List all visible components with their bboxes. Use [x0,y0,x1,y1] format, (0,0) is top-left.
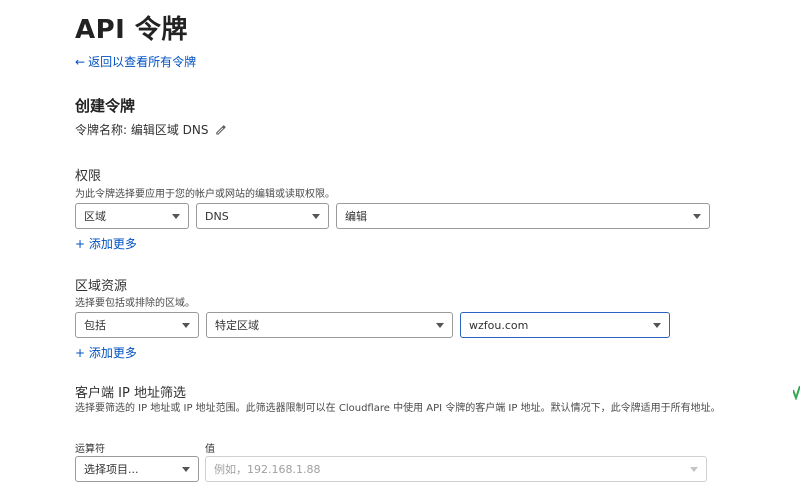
chevron-down-icon [182,467,190,472]
operator-select[interactable]: 选择项目... [75,456,199,482]
token-name-text: 令牌名称: 编辑区域 DNS [75,123,209,137]
permission-level-select[interactable]: 编辑 [336,203,710,229]
zone-resources-description: 选择要包括或排除的区域。 [75,298,195,309]
chevron-down-icon [172,214,180,219]
ip-filter-description: 选择要筛选的 IP 地址或 IP 地址范围。此筛选器限制可以在 Cloudfla… [75,403,721,414]
operator-label: 运算符 [75,444,105,455]
chevron-down-icon [653,323,661,328]
permission-level-value: 编辑 [345,210,367,223]
section-title: 创建令牌 [75,97,136,115]
permission-resource-select[interactable]: DNS [196,203,329,229]
permission-scope-value: 区域 [84,210,106,223]
value-label: 值 [205,444,215,455]
token-name-row: 令牌名称: 编辑区域 DNS [75,121,226,138]
zone-domain-select[interactable]: wzfou.com [460,312,670,338]
permission-resource-value: DNS [205,209,229,223]
create-token-page: API 令牌 ← 返回以查看所有令牌 创建令牌 令牌名称: 编辑区域 DNS 权… [0,0,800,500]
back-link-label: 返回以查看所有令牌 [88,55,197,69]
chevron-down-icon [690,467,698,472]
add-more-permissions-button[interactable]: + 添加更多 [75,235,137,252]
pencil-icon[interactable] [215,124,226,135]
chevron-down-icon [182,323,190,328]
permission-scope-select[interactable]: 区域 [75,203,189,229]
ip-value-select[interactable]: 例如，192.168.1.88 [205,456,707,482]
ip-value-placeholder: 例如，192.168.1.88 [214,463,321,476]
chevron-down-icon [436,323,444,328]
back-to-tokens-link[interactable]: ← 返回以查看所有令牌 [75,53,196,70]
page-title: API 令牌 [75,15,188,45]
zone-include-value: 包括 [84,319,106,332]
permissions-description: 为此令牌选择要应用于您的帐户或网站的编辑或读取权限。 [75,189,335,200]
checkmark-icon [793,386,800,400]
zone-include-select[interactable]: 包括 [75,312,199,338]
arrow-left-icon: ← [75,54,86,69]
zone-resources-label: 区域资源 [75,279,128,294]
ip-filter-label: 客户端 IP 地址筛选 [75,386,186,401]
permissions-label: 权限 [75,169,102,184]
chevron-down-icon [693,214,701,219]
operator-select-value: 选择项目... [84,463,139,476]
zone-domain-value: wzfou.com [469,318,529,332]
add-more-zones-button[interactable]: + 添加更多 [75,344,137,361]
zone-type-select[interactable]: 特定区域 [206,312,453,338]
zone-type-value: 特定区域 [215,319,259,332]
chevron-down-icon [312,214,320,219]
